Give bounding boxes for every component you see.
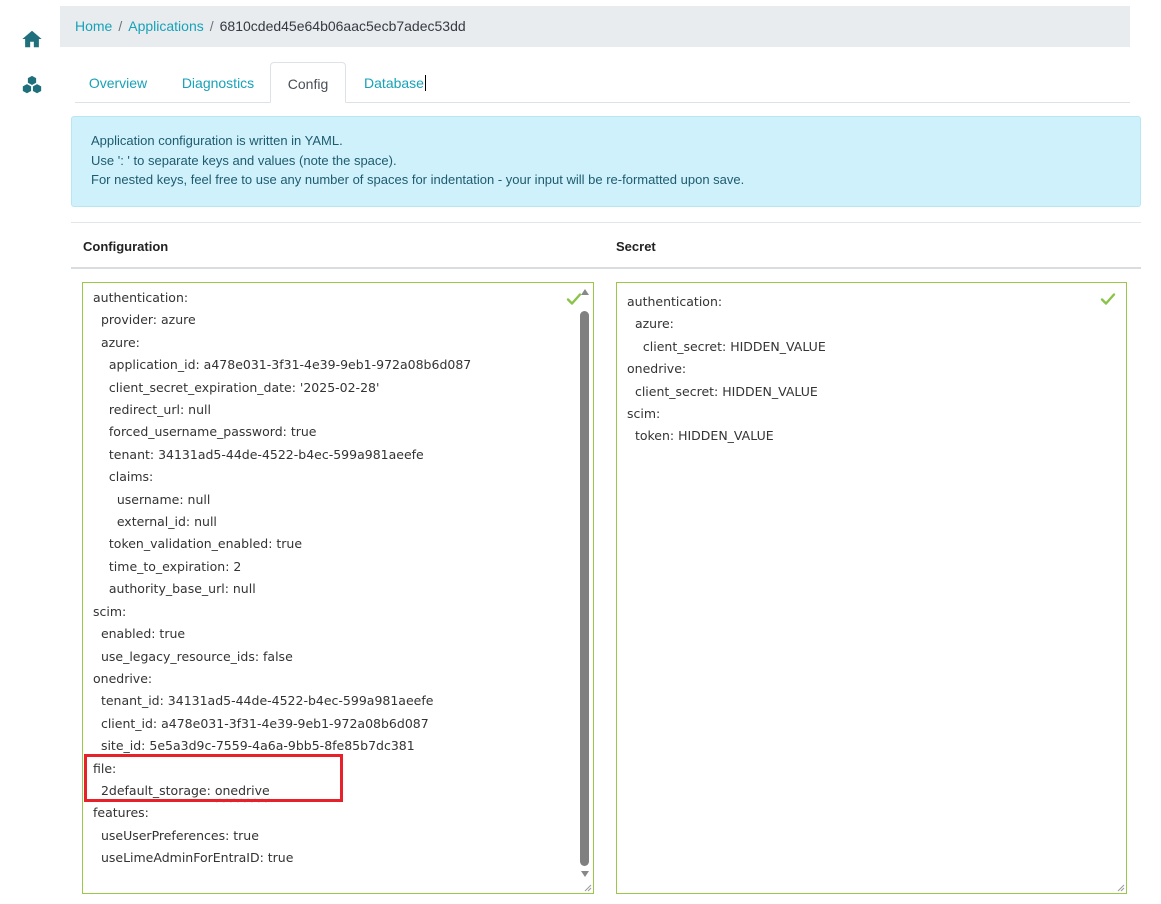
tab-database[interactable]: Database bbox=[352, 62, 438, 102]
scroll-up-arrow-icon[interactable] bbox=[581, 289, 589, 295]
tab-bar: Overview Diagnostics Config Database bbox=[75, 62, 1130, 103]
info-line-2: Use ': ' to separate keys and values (no… bbox=[91, 152, 397, 168]
breadcrumb: Home / Applications / 6810cded45e64b06aac5ec… bbox=[60, 6, 1130, 47]
configuration-scrollbar[interactable] bbox=[579, 287, 591, 877]
breadcrumb-separator: / bbox=[118, 18, 123, 34]
tab-config[interactable]: Config bbox=[270, 62, 346, 103]
configuration-text[interactable]: authentication: provider: azure azure: a… bbox=[83, 283, 593, 870]
configuration-heading: Configuration bbox=[83, 239, 169, 254]
scrollbar-thumb[interactable] bbox=[580, 311, 589, 866]
breadcrumb-separator: / bbox=[209, 18, 214, 34]
tab-overview[interactable]: Overview bbox=[75, 62, 161, 102]
configuration-text-before: authentication: provider: azure azure: a… bbox=[93, 290, 472, 798]
breadcrumb-home[interactable]: Home bbox=[75, 18, 112, 34]
secret-editor[interactable]: authentication: azure: client_secret: HI… bbox=[616, 282, 1127, 894]
scroll-down-arrow-icon[interactable] bbox=[581, 871, 589, 877]
secret-heading: Secret bbox=[616, 239, 656, 254]
configuration-text-after: features: useUserPreferences: true useLi… bbox=[93, 805, 294, 866]
spellcheck-word: onedrive bbox=[214, 782, 270, 798]
breadcrumb-current: 6810cded45e64b06aac5ecb7adec53dd bbox=[219, 18, 466, 34]
resize-handle-icon[interactable] bbox=[1115, 882, 1125, 892]
info-line-3: For nested keys, feel free to use any nu… bbox=[91, 172, 745, 187]
breadcrumb-applications[interactable]: Applications bbox=[128, 18, 204, 34]
secret-text[interactable]: authentication: azure: client_secret: HI… bbox=[617, 283, 1126, 448]
cubes-icon[interactable] bbox=[21, 74, 43, 96]
tab-database-label: Database bbox=[364, 75, 424, 91]
info-line-1: Application configuration is written in … bbox=[91, 133, 343, 148]
text-cursor bbox=[424, 75, 426, 91]
configuration-editor[interactable]: authentication: provider: azure azure: a… bbox=[82, 282, 594, 894]
resize-handle-icon[interactable] bbox=[582, 882, 592, 892]
section-header-bar: Configuration Secret bbox=[71, 222, 1141, 269]
valid-check-icon bbox=[1100, 293, 1116, 305]
info-alert: Application configuration is written in … bbox=[71, 116, 1141, 207]
tab-diagnostics[interactable]: Diagnostics bbox=[170, 62, 266, 102]
home-icon[interactable] bbox=[21, 28, 43, 50]
